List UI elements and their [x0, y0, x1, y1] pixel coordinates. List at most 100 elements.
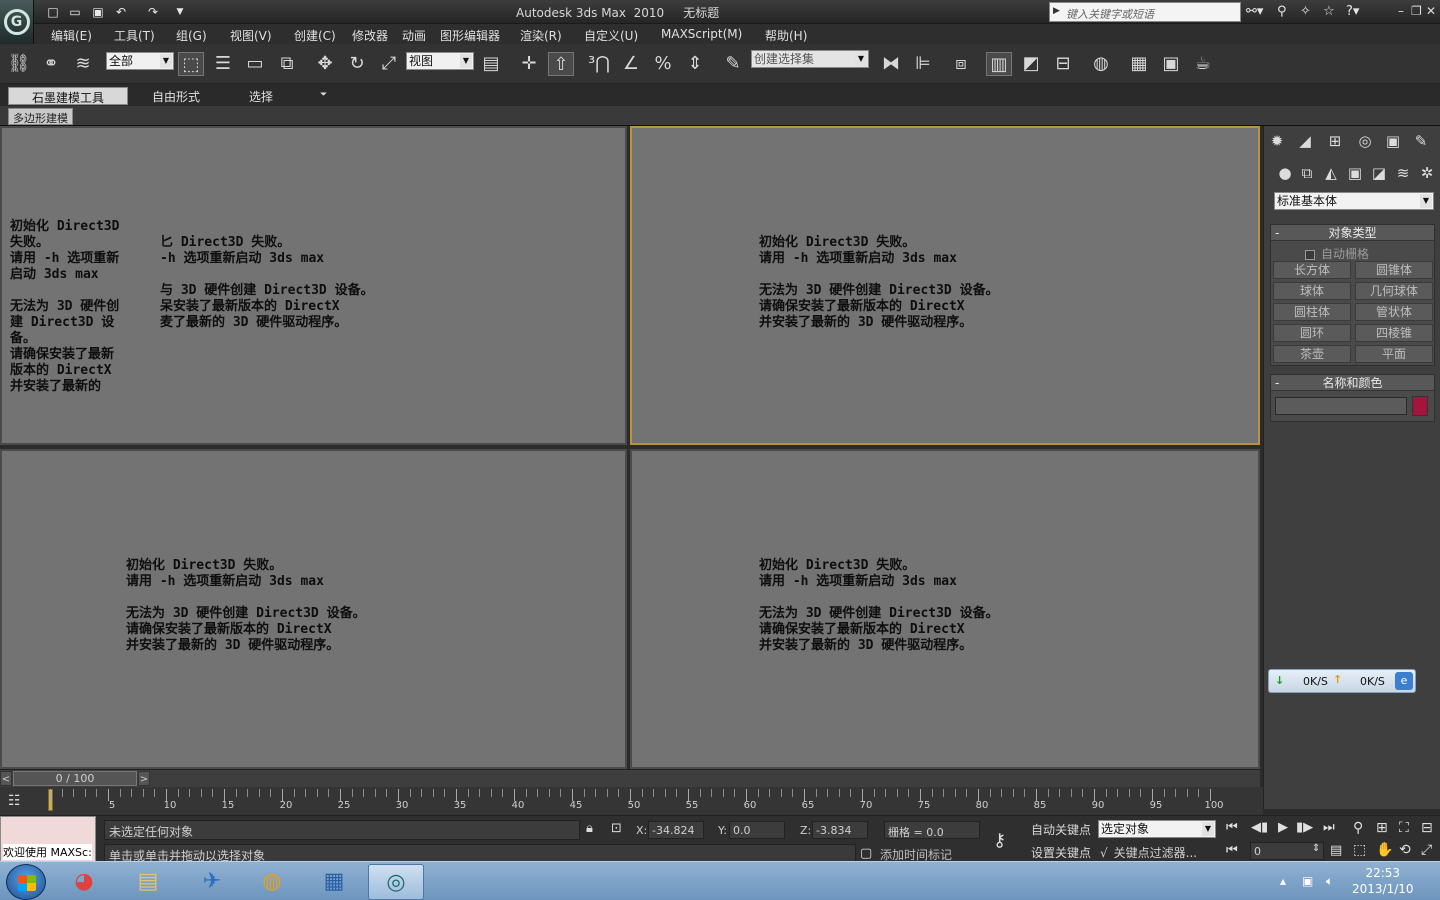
render-setup-icon[interactable]: ▦: [1126, 52, 1152, 76]
viewport-bottom-right[interactable]: 初始化 Direct3D 失败。 请用 -h 选项重新启动 3ds max 无法…: [630, 449, 1260, 769]
name-and-color-rollout-header[interactable]: - 名称和颜色: [1271, 375, 1434, 391]
menu-group[interactable]: 组(G): [176, 27, 207, 44]
new-file-icon[interactable]: □: [45, 4, 61, 20]
time-slider-next-button[interactable]: >: [138, 771, 150, 786]
menu-tools[interactable]: 工具(T): [114, 27, 155, 44]
menu-maxscript[interactable]: MAXScript(M): [661, 27, 742, 41]
favorites-star-icon[interactable]: ☆: [1323, 4, 1335, 20]
lights-icon[interactable]: ◭: [1320, 164, 1342, 182]
menu-rendering[interactable]: 渲染(R): [520, 27, 562, 44]
keyboard-shortcut-override-icon[interactable]: ⇧: [548, 52, 574, 76]
app-menu-button[interactable]: G: [0, 0, 34, 44]
shapes-icon[interactable]: ⧉: [1296, 164, 1318, 182]
object-name-field[interactable]: [1275, 397, 1407, 415]
teapot-button[interactable]: 茶壶: [1273, 345, 1351, 363]
volume-tray-icon[interactable]: 🔈︎: [1326, 874, 1333, 889]
set-key-button[interactable]: 设置关键点: [1031, 844, 1091, 861]
restore-icon[interactable]: ❐: [1411, 4, 1422, 18]
zoom-extents-icon[interactable]: ⛶: [1399, 820, 1409, 836]
help-icon[interactable]: ?▾: [1346, 4, 1359, 20]
open-mini-curve-editor-icon[interactable]: ☷: [8, 793, 21, 809]
hierarchy-panel-icon[interactable]: ⊞: [1324, 132, 1346, 150]
rendered-frame-window-icon[interactable]: ▣: [1158, 52, 1184, 76]
graphite-modeling-toggle-icon[interactable]: ▥: [986, 52, 1012, 76]
app-icon-colorful[interactable]: ◕: [56, 864, 112, 900]
utilities-panel-icon[interactable]: ✎: [1410, 132, 1432, 150]
time-slider-thumb[interactable]: 0 / 100: [13, 771, 137, 786]
time-slider-prev-button[interactable]: <: [0, 771, 12, 786]
save-icon[interactable]: ▣: [90, 4, 106, 20]
zoom-extents-all-icon[interactable]: ⊟: [1421, 820, 1433, 836]
snaps-toggle-icon[interactable]: ³⋂: [586, 52, 612, 76]
space-warps-icon[interactable]: ≋: [1392, 164, 1414, 182]
y-coordinate-field[interactable]: 0.0: [729, 821, 785, 839]
next-frame-icon[interactable]: ▮▶: [1296, 820, 1313, 835]
schematic-view-icon[interactable]: ⊟: [1050, 52, 1076, 76]
open-file-icon[interactable]: ▭: [67, 4, 83, 20]
undo-icon[interactable]: ↶: [113, 4, 129, 20]
select-object-icon[interactable]: ⬚: [178, 52, 204, 76]
key-mode-toggle-icon[interactable]: ⏮: [1226, 843, 1238, 858]
geometry-icon[interactable]: ●: [1274, 164, 1296, 182]
tray-expand-icon[interactable]: ▴: [1280, 874, 1286, 888]
object-type-rollout-header[interactable]: - 对象类型: [1271, 225, 1434, 241]
key-mode-selection-combo[interactable]: 选定对象 ▼: [1098, 820, 1216, 838]
select-by-name-icon[interactable]: ☰: [210, 52, 236, 76]
named-selection-combo[interactable]: 创建选择集 ▼: [751, 50, 869, 68]
menu-animation[interactable]: 动画: [402, 27, 426, 44]
help-search-input[interactable]: ▶ 键入关键字或短语: [1049, 2, 1241, 22]
cylinder-button[interactable]: 圆柱体: [1273, 303, 1351, 321]
menu-help[interactable]: 帮助(H): [765, 27, 807, 44]
menu-modifiers[interactable]: 修改器: [352, 27, 388, 44]
plane-button[interactable]: 平面: [1355, 345, 1433, 363]
create-panel-icon[interactable]: ✹: [1266, 132, 1288, 150]
subscription-icon[interactable]: ⚲: [1277, 4, 1287, 20]
tab-graphite-modeling[interactable]: 石墨建模工具: [8, 87, 128, 105]
previous-frame-icon[interactable]: ◀▮: [1251, 820, 1268, 835]
3dsmax-taskbar-icon[interactable]: ◎: [368, 864, 424, 900]
viewport-top-right[interactable]: 初始化 Direct3D 失败。 请用 -h 选项重新启动 3ds max 无法…: [630, 126, 1260, 445]
rectangular-selection-icon[interactable]: ▭: [242, 52, 268, 76]
track-bar-ruler[interactable]: 5 10 15 20 25 30 35 40 45 50 55 60 65 70 75 80 85 90 95 100: [46, 787, 1224, 815]
helpers-icon[interactable]: ◪: [1368, 164, 1390, 182]
pan-view-icon[interactable]: ✋: [1376, 842, 1393, 858]
select-scale-icon[interactable]: ⤢: [376, 52, 402, 76]
x-coordinate-field[interactable]: -34.824: [648, 821, 704, 839]
menu-customize[interactable]: 自定义(U): [584, 27, 638, 44]
menu-create[interactable]: 创建(C): [294, 27, 336, 44]
zoom-region-icon[interactable]: ⬚: [1353, 842, 1366, 858]
start-button[interactable]: [6, 864, 46, 900]
minimize-icon[interactable]: –: [1398, 4, 1404, 18]
media-player-icon[interactable]: ▦: [306, 864, 362, 900]
zoom-all-icon[interactable]: ⊞: [1376, 820, 1388, 836]
play-icon[interactable]: ▶: [1278, 820, 1288, 835]
tab-freeform[interactable]: 自由形式: [140, 87, 212, 105]
torus-button[interactable]: 圆环: [1273, 324, 1351, 342]
absolute-mode-icon[interactable]: ⊡: [611, 821, 622, 836]
system-clock[interactable]: 22:53 2013/1/10: [1352, 865, 1414, 897]
tab-selection[interactable]: 选择: [237, 87, 285, 105]
file-explorer-icon[interactable]: ▤: [120, 864, 176, 900]
display-panel-icon[interactable]: ▣: [1382, 132, 1404, 150]
close-icon[interactable]: ✕: [1426, 4, 1436, 18]
zoom-icon[interactable]: ⚲: [1353, 820, 1363, 836]
bind-space-warp-icon[interactable]: ≋: [70, 52, 96, 76]
auto-key-button[interactable]: 自动关键点: [1031, 821, 1091, 838]
maxscript-listener-mini[interactable]: 欢迎使用 MAXSc:: [0, 816, 96, 862]
orbit-icon[interactable]: ⟲: [1399, 842, 1411, 858]
layer-manager-icon[interactable]: ⧈: [948, 52, 974, 76]
align-icon[interactable]: ⊫: [910, 52, 936, 76]
selection-lock-icon[interactable]: 🔒︎: [586, 821, 593, 836]
autogrid-checkbox[interactable]: 自动栅格: [1305, 245, 1369, 262]
render-production-icon[interactable]: ☕: [1190, 52, 1216, 76]
sphere-button[interactable]: 球体: [1273, 282, 1351, 300]
quick-access-dropdown-icon[interactable]: ▼: [172, 4, 188, 20]
go-to-end-icon[interactable]: ⏭: [1323, 820, 1335, 835]
search-expand-icon[interactable]: ▶: [1053, 6, 1060, 16]
set-key-icon[interactable]: ⚷: [993, 830, 1006, 851]
viewport-top-left[interactable]: 初始化 Direct3D 失败。 请用 -h 选项重新 启动 3ds max 无…: [0, 126, 627, 445]
z-coordinate-field[interactable]: -3.834: [812, 821, 868, 839]
selection-filter-combo[interactable]: 全部 ▼: [106, 52, 174, 70]
material-editor-icon[interactable]: ◍: [1088, 52, 1114, 76]
reference-coordinate-combo[interactable]: 视图 ▼: [406, 52, 474, 70]
